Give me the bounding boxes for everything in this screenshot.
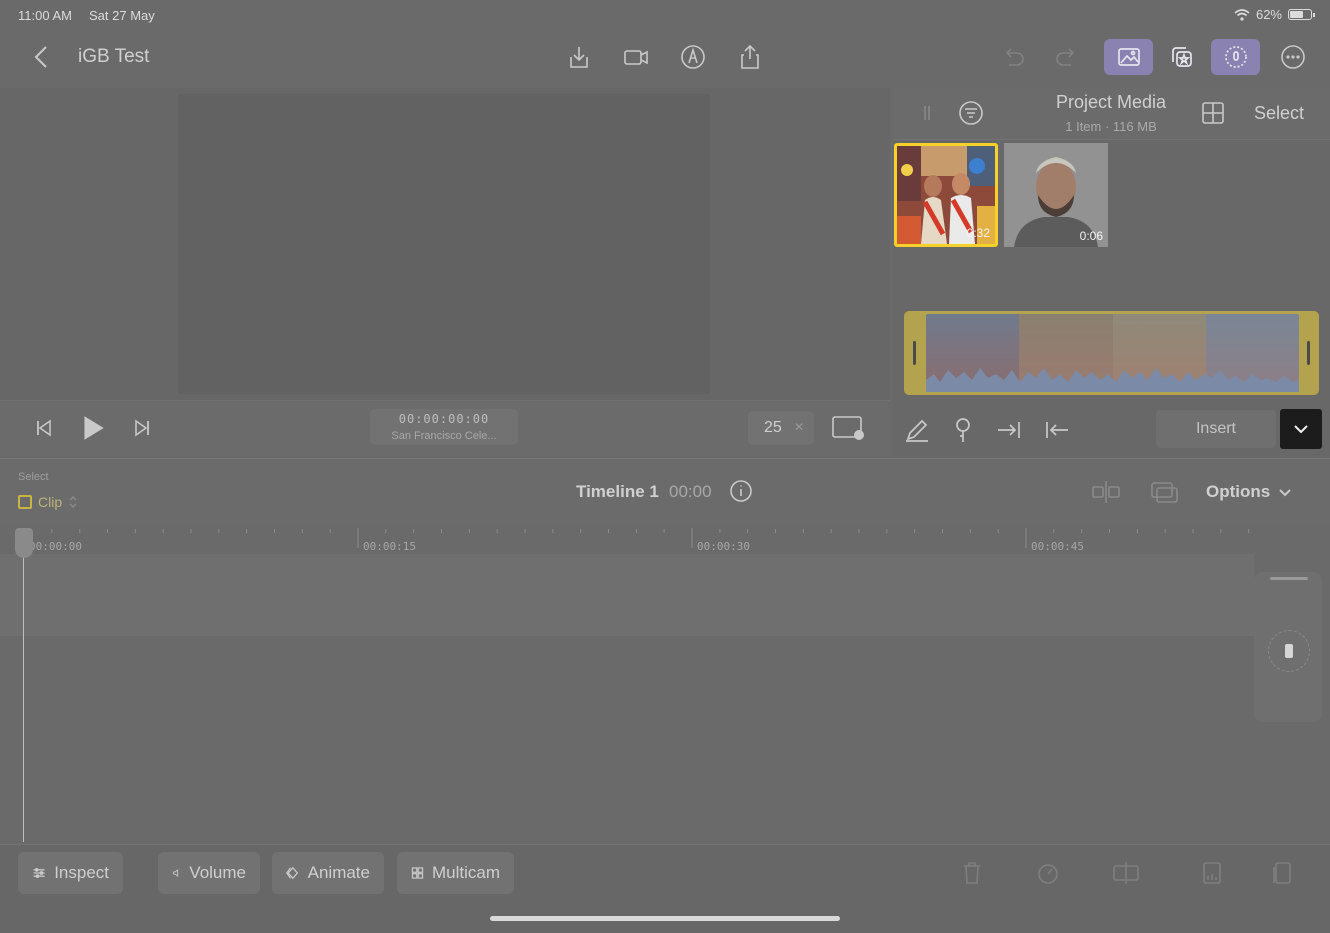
battery-percent: 62% xyxy=(1255,7,1282,22)
status-time: 11:00 AM xyxy=(18,8,72,23)
more-icon[interactable] xyxy=(1276,40,1310,74)
camera-icon[interactable] xyxy=(619,40,653,74)
timeline-empty-area[interactable] xyxy=(0,636,1330,844)
status-date: Sat 27 May xyxy=(89,8,155,23)
multicam-label: Multicam xyxy=(431,863,500,882)
insert-options-button[interactable] xyxy=(1280,409,1322,449)
zoom-dial-thumb[interactable] xyxy=(1285,644,1293,658)
timeline-ruler[interactable]: 00:00:00 00:00:15 00:00:30 00:00:45 xyxy=(0,524,1330,554)
split-icon[interactable] xyxy=(1112,860,1140,886)
multicam-button[interactable]: Multicam xyxy=(397,852,514,894)
filter-sort-icon[interactable] xyxy=(957,99,985,127)
undo-icon[interactable] xyxy=(996,40,1030,74)
sliders-icon xyxy=(33,867,45,879)
inspect-label: Inspect xyxy=(54,863,109,882)
timeline-duration: 00:00 xyxy=(669,482,712,501)
inspect-button[interactable]: Inspect xyxy=(18,852,123,894)
frame-rate-close-icon: ✕ xyxy=(793,420,804,434)
animate-button[interactable]: Animate xyxy=(272,852,384,894)
back-chevron-icon[interactable] xyxy=(30,44,54,70)
ruler-tick-label: 00:00:45 xyxy=(1031,540,1084,553)
star-stack-icon xyxy=(1171,47,1192,67)
battery-icon xyxy=(1288,9,1315,20)
viewer-canvas[interactable] xyxy=(178,94,710,394)
animate-label: Animate xyxy=(307,863,370,882)
pencil-icon[interactable] xyxy=(903,416,931,444)
grid-view-icon[interactable] xyxy=(1200,100,1226,126)
clip-filmstrip[interactable] xyxy=(904,311,1319,395)
share-icon[interactable] xyxy=(733,40,767,74)
drag-handle-icon[interactable] xyxy=(922,103,932,123)
select-mode-value: Clip xyxy=(38,494,63,510)
ruler-tick-label: 00:00:30 xyxy=(697,540,750,553)
media-browser-button[interactable] xyxy=(1104,39,1153,75)
detach-audio-icon[interactable] xyxy=(1200,860,1224,886)
multicam-grid-icon xyxy=(411,867,424,879)
delete-icon[interactable] xyxy=(960,860,984,886)
audio-waveform xyxy=(926,368,1299,392)
audio-voiceover-button[interactable] xyxy=(1211,39,1260,75)
import-icon[interactable] xyxy=(562,40,596,74)
wifi-icon xyxy=(1234,8,1250,21)
status-indicators: 62% xyxy=(1234,7,1315,22)
mark-in-icon[interactable] xyxy=(995,416,1023,444)
chevron-down-icon xyxy=(1279,489,1291,497)
ruler-tick-label: 00:00:00 xyxy=(29,540,82,553)
ruler-ticks xyxy=(23,528,1250,548)
timeline-options-button[interactable]: Options xyxy=(1206,482,1292,502)
info-icon[interactable] xyxy=(729,479,753,503)
select-mode-picker[interactable]: Clip xyxy=(18,494,78,510)
home-indicator[interactable] xyxy=(490,916,840,921)
volume-label: Volume xyxy=(189,863,246,882)
viewer-display-options-icon[interactable] xyxy=(831,413,867,443)
timecode: 00:00:00:00 xyxy=(398,412,490,426)
mark-out-icon[interactable] xyxy=(1043,416,1071,444)
photo-icon xyxy=(1117,48,1140,66)
keyframe-icon xyxy=(286,866,299,880)
skip-forward-icon[interactable] xyxy=(129,414,157,442)
timeline-title: Timeline 1 xyxy=(576,482,659,501)
playhead-handle[interactable] xyxy=(15,528,33,558)
options-label: Options xyxy=(1206,482,1271,501)
primary-storyline[interactable] xyxy=(0,554,1254,636)
duplicate-icon[interactable] xyxy=(1270,860,1294,886)
timecode-display: 00:00:00:00 San Francisco Cele... xyxy=(370,409,518,445)
clip-name: San Francisco Cele... xyxy=(391,430,497,442)
effects-button[interactable] xyxy=(1156,39,1205,75)
browser-title: Project Media xyxy=(1055,92,1167,112)
updown-chevron-icon xyxy=(69,496,77,508)
project-title: iGB Test xyxy=(78,46,150,67)
chevron-down-icon xyxy=(1294,425,1308,434)
media-thumbnail[interactable]: 0:32 xyxy=(894,143,998,247)
thumbnail-duration: 0:06 xyxy=(1079,229,1103,243)
skip-back-icon[interactable] xyxy=(29,414,57,442)
keyword-pin-icon[interactable] xyxy=(949,416,977,444)
browser-subtitle: 1 Item · 116 MB xyxy=(1065,119,1157,134)
select-mode-label: Select xyxy=(18,471,49,483)
timeline-header xyxy=(0,458,1330,524)
zoom-control[interactable] xyxy=(1254,572,1322,722)
insert-button[interactable]: Insert xyxy=(1156,410,1276,448)
microphone-icon xyxy=(1224,46,1247,68)
ruler-tick-label: 00:00:15 xyxy=(363,540,416,553)
browser-select-button[interactable]: Select xyxy=(1254,103,1304,124)
redo-icon[interactable] xyxy=(1050,40,1084,74)
play-icon[interactable] xyxy=(78,413,108,443)
speaker-icon xyxy=(173,868,179,878)
clip-connections-icon[interactable] xyxy=(1148,478,1180,506)
clip-mode-icon xyxy=(18,495,32,509)
frame-rate-value: 25 xyxy=(764,419,782,436)
trim-handle-right[interactable] xyxy=(1307,341,1310,365)
trim-handle-left[interactable] xyxy=(913,341,916,365)
playhead[interactable] xyxy=(23,530,24,842)
snapping-icon[interactable] xyxy=(1090,478,1122,506)
speed-icon[interactable] xyxy=(1036,860,1060,886)
volume-button[interactable]: Volume xyxy=(158,852,260,894)
frame-rate-control[interactable]: 25 ✕ xyxy=(748,411,814,445)
zoom-panel-grabber[interactable] xyxy=(1270,577,1308,580)
markup-pen-icon[interactable] xyxy=(676,40,710,74)
thumbnail-duration: 0:32 xyxy=(966,226,990,240)
media-thumbnail[interactable]: 0:06 xyxy=(1004,143,1108,247)
